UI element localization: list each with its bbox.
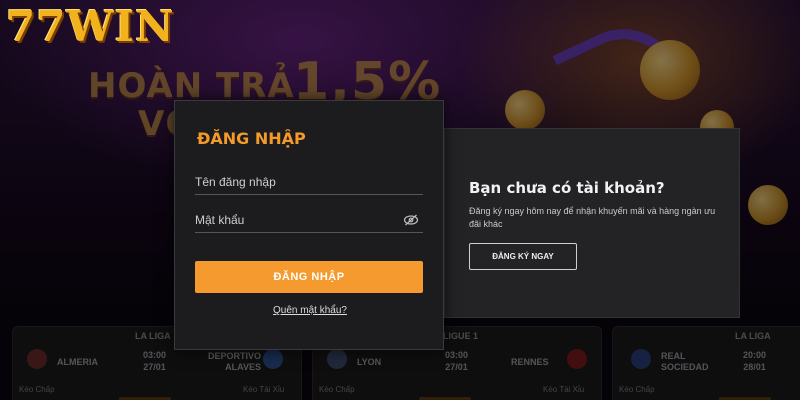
password-input[interactable] (195, 209, 423, 231)
password-field-wrapper (195, 209, 423, 233)
username-input[interactable] (195, 171, 423, 193)
register-description: Đăng ký ngay hôm nay để nhận khuyến mãi … (469, 206, 716, 229)
login-submit-button[interactable]: ĐĂNG NHẬP (195, 261, 423, 293)
register-now-button[interactable]: ĐĂNG KÝ NGAY (469, 243, 577, 270)
forgot-password-link[interactable]: Quên mật khẩu? (175, 305, 445, 316)
register-panel: Bạn chưa có tài khoản? Đăng ký ngay hôm … (444, 128, 740, 318)
register-title: Bạn chưa có tài khoản? (469, 179, 665, 197)
site-logo[interactable]: 77WIN (6, 2, 175, 51)
username-field-wrapper (195, 171, 423, 195)
login-title: ĐĂNG NHẬP (197, 129, 306, 148)
login-modal: ĐĂNG NHẬP ĐĂNG NHẬP Quên mật khẩu? (174, 100, 444, 350)
eye-slash-icon[interactable] (403, 212, 419, 228)
